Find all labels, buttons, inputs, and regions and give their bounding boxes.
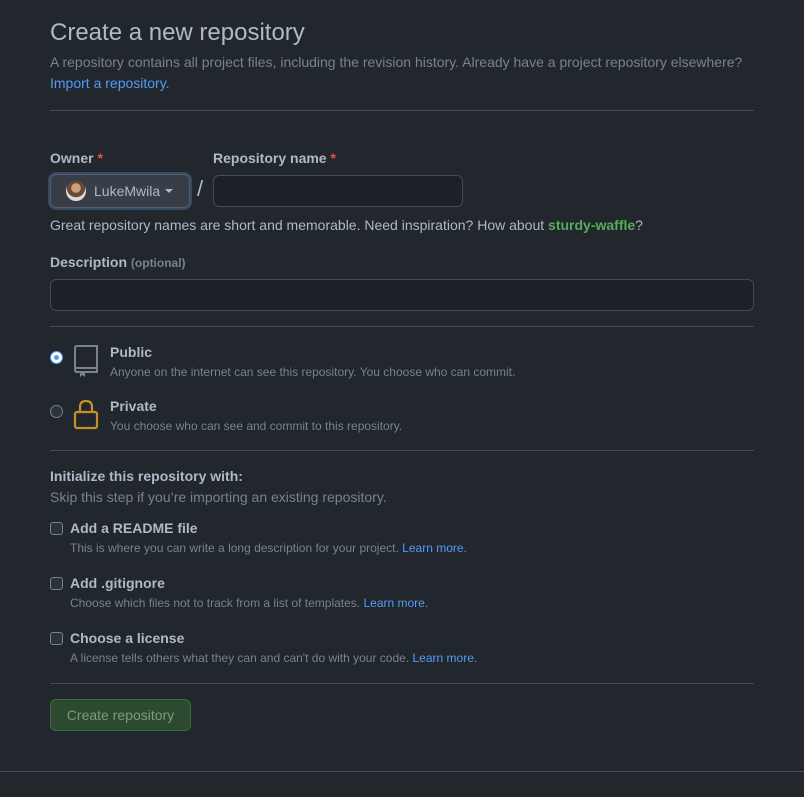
public-description: Anyone on the internet can see this repo… bbox=[110, 365, 516, 379]
owner-repo-separator: / bbox=[197, 176, 204, 201]
gitignore-title: Add .gitignore bbox=[70, 575, 165, 591]
readme-checkbox[interactable] bbox=[50, 522, 63, 535]
gitignore-checkbox[interactable] bbox=[50, 577, 63, 590]
private-title: Private bbox=[110, 398, 157, 414]
required-mark: * bbox=[330, 150, 336, 166]
name-suggestion[interactable]: sturdy-waffle bbox=[548, 217, 635, 233]
license-learn-more-link[interactable]: Learn more. bbox=[413, 651, 478, 665]
page-subtitle: A repository contains all project files,… bbox=[50, 52, 754, 94]
required-mark: * bbox=[97, 150, 103, 166]
initialize-title: Initialize this repository with: bbox=[50, 468, 243, 484]
gitignore-description: Choose which files not to track from a l… bbox=[70, 596, 428, 610]
public-radio[interactable] bbox=[50, 351, 63, 364]
create-repository-button[interactable]: Create repository bbox=[50, 699, 191, 731]
owner-name: LukeMwila bbox=[94, 183, 161, 199]
repo-icon bbox=[74, 345, 98, 377]
divider bbox=[50, 110, 754, 111]
readme-description: This is where you can write a long descr… bbox=[70, 541, 467, 555]
initialize-subtitle: Skip this step if you’re importing an ex… bbox=[50, 489, 387, 505]
hint-text: Great repository names are short and mem… bbox=[50, 217, 549, 233]
license-option[interactable]: Choose a license A license tells others … bbox=[50, 630, 754, 670]
license-description-text: A license tells others what they can and… bbox=[70, 651, 410, 665]
hint-suffix: ? bbox=[635, 217, 643, 233]
description-label: Description (optional) bbox=[50, 254, 186, 270]
private-description: You choose who can see and commit to thi… bbox=[110, 419, 403, 433]
owner-select-button[interactable]: LukeMwila bbox=[50, 174, 190, 208]
repository-name-label-text: Repository name bbox=[213, 150, 327, 166]
visibility-private-option[interactable]: Private You choose who can see and commi… bbox=[50, 398, 754, 438]
owner-label: Owner * bbox=[50, 150, 103, 166]
repository-name-input[interactable] bbox=[213, 175, 463, 207]
repository-name-hint: Great repository names are short and mem… bbox=[50, 217, 643, 233]
gitignore-option[interactable]: Add .gitignore Choose which files not to… bbox=[50, 575, 754, 615]
readme-learn-more-link[interactable]: Learn more. bbox=[402, 541, 467, 555]
license-description: A license tells others what they can and… bbox=[70, 651, 477, 665]
avatar bbox=[66, 181, 86, 201]
caret-down-icon bbox=[165, 189, 174, 193]
private-radio[interactable] bbox=[50, 405, 63, 418]
license-checkbox[interactable] bbox=[50, 632, 63, 645]
lock-icon bbox=[73, 399, 99, 430]
readme-description-text: This is where you can write a long descr… bbox=[70, 541, 399, 555]
page-subtitle-text: A repository contains all project files,… bbox=[50, 54, 743, 70]
divider bbox=[50, 326, 754, 327]
repository-name-label: Repository name * bbox=[213, 150, 336, 166]
license-title: Choose a license bbox=[70, 630, 185, 646]
description-label-text: Description bbox=[50, 254, 128, 270]
readme-option[interactable]: Add a README file This is where you can … bbox=[50, 520, 754, 560]
divider bbox=[50, 683, 754, 684]
divider bbox=[50, 450, 754, 451]
visibility-public-option[interactable]: Public Anyone on the internet can see th… bbox=[50, 344, 754, 384]
import-repository-link[interactable]: Import a repository. bbox=[50, 75, 170, 91]
description-input[interactable] bbox=[50, 279, 754, 311]
readme-title: Add a README file bbox=[70, 520, 198, 536]
gitignore-description-text: Choose which files not to track from a l… bbox=[70, 596, 361, 610]
public-title: Public bbox=[110, 344, 153, 360]
footer-divider bbox=[0, 771, 804, 772]
page-title: Create a new repository bbox=[50, 19, 305, 46]
gitignore-learn-more-link[interactable]: Learn more. bbox=[363, 596, 428, 610]
optional-tag: (optional) bbox=[130, 256, 186, 270]
owner-label-text: Owner bbox=[50, 150, 94, 166]
